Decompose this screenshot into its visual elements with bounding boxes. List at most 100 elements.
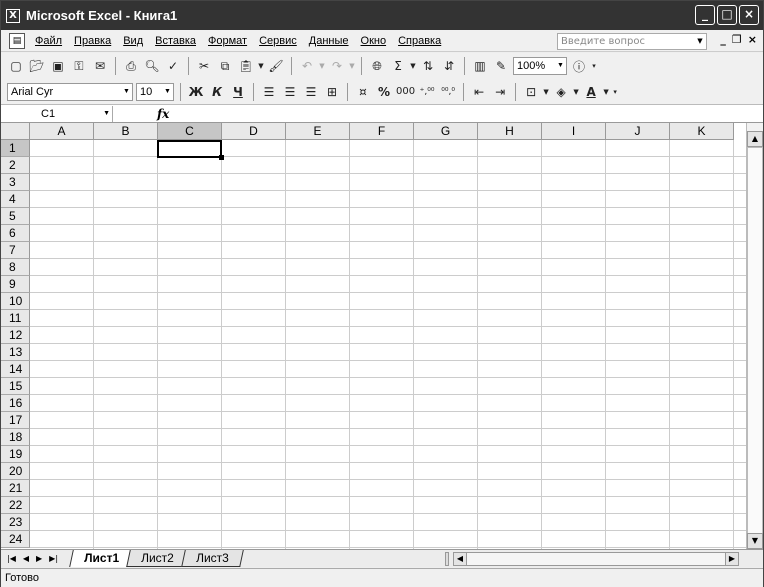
- column-header[interactable]: J: [606, 123, 670, 140]
- chevron-down-icon[interactable]: ▼: [573, 83, 579, 101]
- format-painter-icon[interactable]: 🖌︎: [267, 57, 285, 75]
- row-header[interactable]: 11: [1, 310, 30, 327]
- autosum-icon[interactable]: Σ: [389, 57, 407, 75]
- row-header[interactable]: 18: [1, 429, 30, 446]
- column-header[interactable]: D: [222, 123, 286, 140]
- thousands-separator-button[interactable]: 000: [396, 83, 415, 101]
- doc-minimize-button[interactable]: _: [720, 33, 726, 46]
- toolbar-options-icon[interactable]: ▾: [591, 57, 597, 75]
- horizontal-scrollbar[interactable]: ◀ ▶: [453, 552, 739, 566]
- row-header[interactable]: 8: [1, 259, 30, 276]
- currency-icon[interactable]: ¤: [354, 83, 372, 101]
- align-right-icon[interactable]: ☰: [302, 83, 320, 101]
- sort-descending-icon[interactable]: ⇵: [440, 57, 458, 75]
- chevron-down-icon[interactable]: ▼: [121, 84, 132, 100]
- column-header[interactable]: C: [158, 123, 222, 140]
- row-header[interactable]: 5: [1, 208, 30, 225]
- active-cell[interactable]: [157, 140, 224, 160]
- menu-format[interactable]: Формат: [202, 35, 253, 47]
- save-icon[interactable]: ▣: [49, 57, 67, 75]
- column-header[interactable]: K: [670, 123, 734, 140]
- chevron-down-icon[interactable]: ▼: [410, 57, 416, 75]
- menu-edit[interactable]: Правка: [68, 35, 117, 47]
- hyperlink-icon[interactable]: 🌐︎: [368, 57, 386, 75]
- print-preview-icon[interactable]: 🔍︎: [143, 57, 161, 75]
- menu-tools[interactable]: Сервис: [253, 35, 303, 47]
- fx-icon[interactable]: fx: [157, 107, 169, 121]
- doc-close-button[interactable]: ×: [748, 33, 757, 46]
- row-header[interactable]: 10: [1, 293, 30, 310]
- increase-decimal-button[interactable]: ⁺,⁰⁰: [418, 83, 436, 101]
- row-header[interactable]: 15: [1, 378, 30, 395]
- permission-icon[interactable]: ⚿: [70, 57, 88, 75]
- font-name-select[interactable]: Arial Cyr ▼: [7, 82, 133, 101]
- formula-input[interactable]: [175, 106, 763, 122]
- undo-icon[interactable]: ↶: [298, 57, 316, 75]
- tab-split-handle[interactable]: [445, 552, 449, 566]
- scroll-left-icon[interactable]: ◀: [454, 553, 467, 565]
- zoom-select[interactable]: 100% ▼: [513, 57, 567, 75]
- print-icon[interactable]: ⎙: [122, 57, 140, 75]
- chevron-down-icon[interactable]: ▼: [258, 57, 264, 75]
- sheet-tab-2[interactable]: Лист2: [126, 550, 189, 567]
- borders-icon[interactable]: ⊡: [522, 83, 540, 101]
- increase-indent-icon[interactable]: ⇥: [491, 83, 509, 101]
- column-header[interactable]: G: [414, 123, 478, 140]
- document-icon[interactable]: ▤: [9, 32, 25, 49]
- chevron-down-icon[interactable]: ▼: [694, 34, 706, 49]
- chart-wizard-icon[interactable]: ▥: [471, 57, 489, 75]
- row-header[interactable]: 22: [1, 497, 30, 514]
- help-icon[interactable]: ⓘ: [570, 57, 588, 75]
- next-sheet-icon[interactable]: ▶: [36, 554, 42, 563]
- row-header[interactable]: 16: [1, 395, 30, 412]
- row-header[interactable]: 6: [1, 225, 30, 242]
- menu-data[interactable]: Данные: [303, 35, 355, 47]
- cut-icon[interactable]: ✂: [195, 57, 213, 75]
- chevron-down-icon[interactable]: ▼: [349, 57, 355, 75]
- paste-icon[interactable]: 📋︎: [237, 57, 255, 75]
- row-header[interactable]: 19: [1, 446, 30, 463]
- chevron-down-icon[interactable]: ▼: [555, 58, 566, 74]
- prev-sheet-icon[interactable]: ◀: [23, 554, 29, 563]
- row-header[interactable]: 14: [1, 361, 30, 378]
- scroll-thumb[interactable]: [747, 147, 763, 551]
- merge-center-icon[interactable]: ⊞: [323, 83, 341, 101]
- row-header[interactable]: 2: [1, 157, 30, 174]
- close-button[interactable]: ×: [739, 5, 759, 25]
- column-header[interactable]: B: [94, 123, 158, 140]
- column-header[interactable]: I: [542, 123, 606, 140]
- chevron-down-icon[interactable]: ▼: [543, 83, 549, 101]
- select-all-corner[interactable]: [1, 123, 30, 140]
- row-header[interactable]: 9: [1, 276, 30, 293]
- font-color-button[interactable]: A: [582, 83, 600, 101]
- scroll-right-icon[interactable]: ▶: [725, 553, 738, 565]
- column-header[interactable]: A: [30, 123, 94, 140]
- column-header[interactable]: E: [286, 123, 350, 140]
- cell-area[interactable]: [30, 140, 746, 549]
- drawing-icon[interactable]: ✎: [492, 57, 510, 75]
- chevron-down-icon[interactable]: ▼: [103, 106, 110, 122]
- toolbar-options-icon[interactable]: ▾: [612, 83, 618, 101]
- menu-view[interactable]: Вид: [117, 35, 149, 47]
- row-header[interactable]: 12: [1, 327, 30, 344]
- column-header[interactable]: F: [350, 123, 414, 140]
- redo-icon[interactable]: ↷: [328, 57, 346, 75]
- italic-button[interactable]: К: [208, 83, 226, 101]
- last-sheet-icon[interactable]: ▶|: [49, 554, 58, 563]
- email-icon[interactable]: ✉: [91, 57, 109, 75]
- row-header[interactable]: 1: [1, 140, 30, 157]
- vertical-scrollbar[interactable]: ▲ ▼: [746, 123, 763, 551]
- chevron-down-icon[interactable]: ▼: [603, 83, 609, 101]
- scroll-down-icon[interactable]: ▼: [747, 533, 763, 549]
- decrease-indent-icon[interactable]: ⇤: [470, 83, 488, 101]
- menu-insert[interactable]: Вставка: [149, 35, 202, 47]
- ask-question-input[interactable]: Введите вопрос ▼: [557, 33, 707, 50]
- percent-style-button[interactable]: %: [375, 83, 393, 101]
- new-document-icon[interactable]: ▢: [7, 57, 25, 75]
- align-center-icon[interactable]: ☰: [281, 83, 299, 101]
- spelling-icon[interactable]: ✓: [164, 57, 182, 75]
- fill-color-icon[interactable]: ◈: [552, 83, 570, 101]
- menu-help[interactable]: Справка: [392, 35, 447, 47]
- row-header[interactable]: 24: [1, 531, 30, 548]
- font-size-select[interactable]: 10 ▼: [136, 82, 174, 101]
